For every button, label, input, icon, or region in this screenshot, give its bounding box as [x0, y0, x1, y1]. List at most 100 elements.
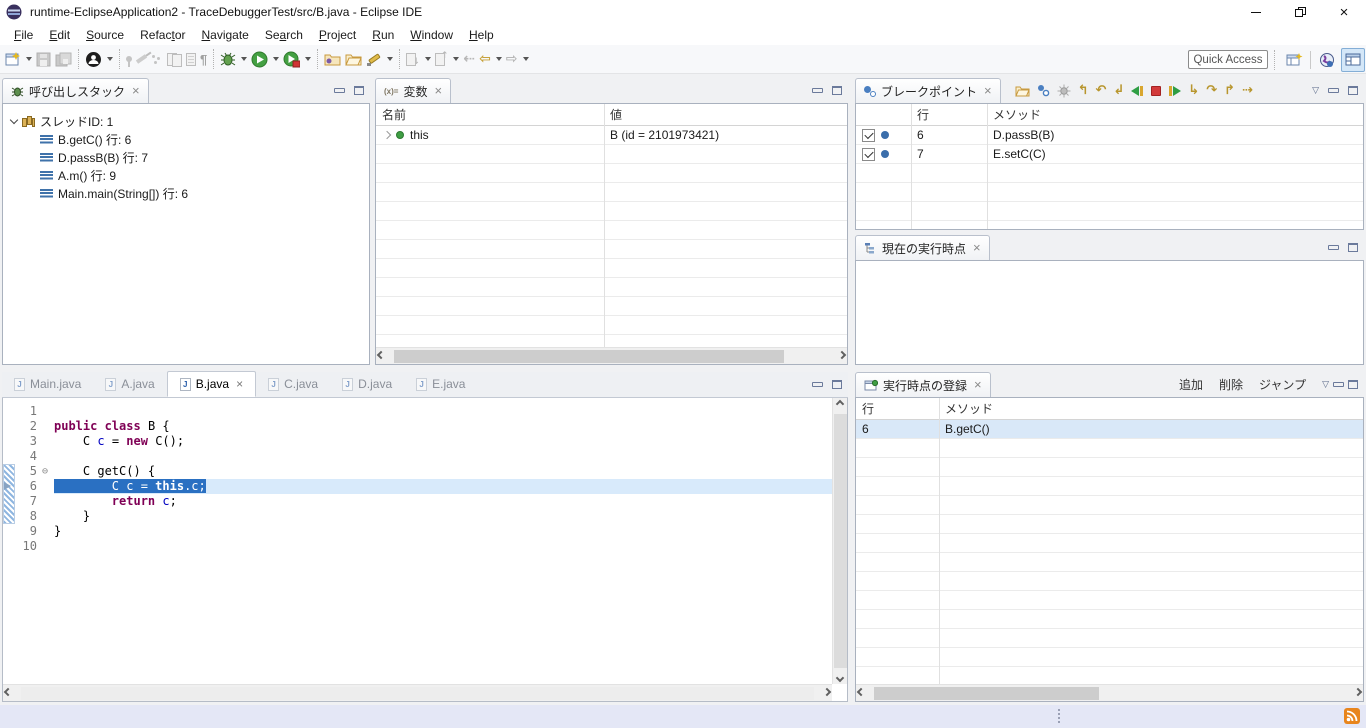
thread-node[interactable]: スレッドID: 1	[3, 112, 369, 130]
call-stack-maximize[interactable]	[354, 86, 364, 95]
variables-tab[interactable]: (x)= 変数 ×	[375, 78, 451, 103]
breakpoints-tab[interactable]: ブレークポイント ×	[855, 78, 1001, 103]
marker-dropdown[interactable]	[387, 57, 393, 64]
registration-maximize[interactable]	[1348, 380, 1358, 389]
user-dropdown[interactable]	[107, 57, 113, 64]
editor-tab-close-icon[interactable]: ×	[236, 377, 243, 391]
trace-debug-icon[interactable]	[1057, 81, 1071, 101]
feed-icon[interactable]	[1344, 708, 1360, 724]
variables-col-name[interactable]: 名前	[376, 106, 604, 123]
restore-button[interactable]	[1278, 0, 1322, 24]
breakpoint-row[interactable]: 6 D.passB(B)	[856, 126, 1363, 145]
editor-hscrollbar[interactable]	[3, 684, 832, 701]
add-button[interactable]: 追加	[1173, 376, 1209, 393]
stack-frame-row[interactable]: B.getC() 行: 6	[3, 130, 369, 148]
registration-tab[interactable]: 実行時点の登録 ×	[855, 372, 991, 397]
registration-minimize[interactable]	[1333, 382, 1344, 387]
breakpoint-row[interactable]: 7 E.setC(C)	[856, 145, 1363, 164]
editor-tab-a-java[interactable]: J A.java	[93, 371, 166, 397]
editor-minimize[interactable]	[812, 382, 823, 387]
breakpoints-col-line[interactable]: 行	[911, 106, 987, 123]
variable-row[interactable]: this B (id = 2101973421)	[376, 126, 847, 145]
menu-window[interactable]: Window	[402, 26, 461, 44]
debug-dropdown[interactable]	[241, 57, 247, 64]
current-point-minimize[interactable]	[1328, 245, 1339, 250]
menu-refactor[interactable]: Refactor	[132, 26, 193, 44]
variables-col-value[interactable]: 値	[604, 106, 622, 123]
close-button[interactable]: ×	[1322, 0, 1366, 24]
run-dropdown[interactable]	[273, 57, 279, 64]
step-into-icon[interactable]: ↳	[1188, 81, 1199, 101]
new-dropdown[interactable]	[26, 57, 32, 64]
current-point-tab[interactable]: 現在の実行時点 ×	[855, 235, 990, 260]
stack-frame-row[interactable]: Main.main(String[]) 行: 6	[3, 184, 369, 202]
run-icon[interactable]	[249, 47, 270, 71]
marker-pen-icon[interactable]	[364, 47, 384, 71]
breakpoint-checkbox[interactable]	[862, 148, 875, 161]
menu-navigate[interactable]: Navigate	[193, 26, 256, 44]
skip-all-breakpoints-icon[interactable]	[1037, 81, 1050, 101]
minimize-button[interactable]	[1234, 0, 1278, 24]
new-wizard-icon[interactable]	[3, 47, 23, 71]
java-perspective-icon[interactable]	[1315, 48, 1339, 72]
step-back-into-icon[interactable]: ↰	[1078, 81, 1089, 101]
resume-icon[interactable]	[1168, 81, 1181, 101]
editor-tab-main-java[interactable]: J Main.java	[2, 371, 93, 397]
open-folder-icon[interactable]	[1015, 81, 1030, 101]
current-point-close-icon[interactable]: ×	[973, 242, 981, 254]
code-lines[interactable]: 12public class B {3 C c = new C();45⊖ C …	[3, 398, 832, 554]
open-resource-icon[interactable]	[343, 47, 364, 71]
open-element-icon[interactable]	[322, 47, 343, 71]
external-tools-dropdown[interactable]	[305, 57, 311, 64]
registration-col-line[interactable]: 行	[856, 400, 939, 417]
breakpoints-col-method[interactable]: メソッド	[987, 106, 1041, 123]
editor-tab-c-java[interactable]: J C.java	[256, 371, 330, 397]
variables-maximize[interactable]	[832, 86, 842, 95]
breakpoints-maximize[interactable]	[1348, 86, 1358, 95]
registration-view-menu-icon[interactable]: ▽	[1322, 380, 1329, 390]
expander-open-icon[interactable]	[10, 115, 18, 123]
call-stack-minimize[interactable]	[334, 88, 345, 93]
menu-file[interactable]: File	[6, 26, 41, 44]
external-tools-run-icon[interactable]	[281, 47, 302, 71]
code-area[interactable]: 12public class B {3 C c = new C();45⊖ C …	[3, 398, 832, 684]
editor-tab-b-java[interactable]: J B.java ×	[167, 371, 256, 397]
expander-closed-icon[interactable]	[383, 131, 391, 139]
breakpoints-close-icon[interactable]: ×	[984, 85, 992, 97]
menu-help[interactable]: Help	[461, 26, 502, 44]
drag-handle[interactable]	[1058, 709, 1060, 711]
editor-tab-d-java[interactable]: J D.java	[330, 371, 404, 397]
user-account-icon[interactable]	[83, 47, 104, 71]
menu-source[interactable]: Source	[78, 26, 132, 44]
step-over-icon[interactable]: ↷	[1206, 81, 1217, 101]
quick-access-box[interactable]: Quick Access	[1188, 50, 1268, 69]
breakpoint-checkbox[interactable]	[862, 129, 875, 142]
menu-search[interactable]: Search	[257, 26, 311, 44]
debug-icon[interactable]	[218, 47, 238, 71]
registration-close-icon[interactable]: ×	[974, 379, 982, 391]
stack-frame-row[interactable]: A.m() 行: 9	[3, 166, 369, 184]
back-icon[interactable]: ⇦	[477, 47, 493, 71]
menu-project[interactable]: Project	[311, 26, 364, 44]
call-stack-close-icon[interactable]: ×	[132, 85, 140, 97]
registration-hscrollbar[interactable]	[856, 684, 1363, 701]
editor-vscrollbar[interactable]	[832, 398, 847, 684]
menu-run[interactable]: Run	[364, 26, 402, 44]
delete-button[interactable]: 削除	[1213, 376, 1249, 393]
step-return-icon[interactable]: ↱	[1224, 81, 1235, 101]
variables-minimize[interactable]	[812, 88, 823, 93]
breakpoints-minimize[interactable]	[1328, 88, 1339, 93]
menu-edit[interactable]: Edit	[41, 26, 78, 44]
editor-tab-e-java[interactable]: J E.java	[404, 371, 477, 397]
step-back-over-icon[interactable]: ↶	[1096, 81, 1107, 101]
current-point-maximize[interactable]	[1348, 243, 1358, 252]
registration-row[interactable]: 6 B.getC()	[856, 420, 1363, 439]
show-whitespace-icon[interactable]: ¶	[198, 47, 209, 71]
backward-resume-icon[interactable]	[1131, 81, 1144, 101]
debug-perspective-icon[interactable]	[1341, 48, 1365, 72]
editor-maximize[interactable]	[832, 380, 842, 389]
terminate-icon[interactable]	[1151, 81, 1161, 101]
open-perspective-icon[interactable]	[1282, 48, 1306, 72]
jump-button[interactable]: ジャンプ	[1253, 376, 1312, 393]
variables-hscrollbar[interactable]	[376, 347, 847, 364]
